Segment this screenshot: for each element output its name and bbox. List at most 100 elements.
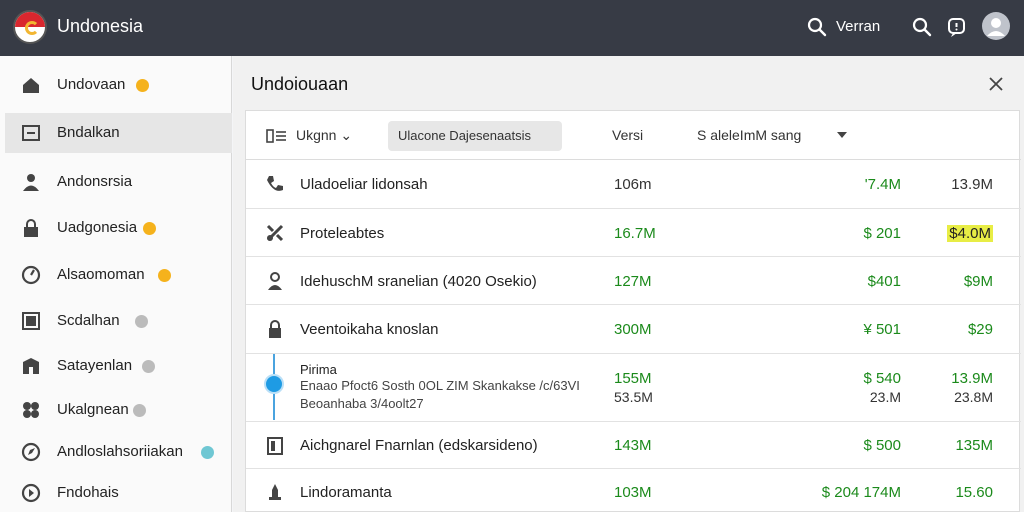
chevron-down-icon: ⌄ [340, 127, 353, 143]
cell-size: 106m [614, 176, 652, 193]
cell-size: 103M [614, 484, 652, 501]
cell-total: $9M [963, 273, 993, 290]
table-row[interactable]: Proteleabtes 16.7M $ 201 $4.0M [246, 209, 1021, 257]
sidebar-item-satayenlan[interactable]: Satayenlan [5, 346, 232, 386]
cell-size: 155M [614, 370, 652, 387]
table-row[interactable]: Veentoikaha knoslan 300M ¥ 501 $29 [246, 305, 1021, 354]
sidebar-item-bndalkan[interactable]: Bndalkan [5, 113, 232, 153]
group-dropdown[interactable]: Ukgnn ⌄ [296, 127, 352, 144]
cell-size: 300M [614, 321, 652, 338]
sidebar-item-label: Bndalkan [57, 124, 120, 141]
row-name: IdehuschM sranelian (4020 Osekio) [300, 273, 537, 290]
compass-icon [21, 442, 41, 462]
search-label[interactable]: Verran [836, 18, 880, 35]
chevron-down-icon[interactable] [836, 131, 848, 139]
sidebar-item-label: Fndohais [57, 484, 119, 501]
sidebar-item-label: Undovaan [57, 76, 126, 93]
user-icon [23, 174, 39, 191]
sidebar-item-label: Ukalgnean [57, 401, 129, 418]
cell-value: $ 540 [863, 370, 901, 387]
row-name: Pirima [300, 362, 337, 377]
table-row[interactable]: Lindoramanta 103M $ 204 174M 15.60 [246, 469, 1021, 512]
sidebar-item-label: Andonsrsia [57, 173, 133, 190]
table-row[interactable]: IdehuschM sranelian (4020 Osekio) 127M $… [246, 257, 1021, 305]
avatar[interactable] [982, 12, 1010, 40]
clock-icon [21, 265, 41, 285]
cell-total: 15.60 [955, 484, 993, 501]
cell-size-secondary: 53.5M [614, 389, 653, 405]
app-logo[interactable] [13, 10, 47, 44]
filter-chip[interactable]: Ulacone Dajesenaatsis [388, 121, 562, 151]
building-icon [269, 484, 281, 500]
sidebar-item-alsaomoman[interactable]: Alsaomoman [5, 255, 232, 295]
grid-icon [23, 402, 39, 418]
user-icon [268, 272, 282, 290]
status-badge [136, 79, 149, 92]
table-row-expanded[interactable]: Pirima Enaao Pfoct6 Sosth 0OL ZIM Skanka… [246, 354, 1021, 422]
row-name: Veentoikaha knoslan [300, 321, 439, 338]
row-detail: Beoanhaba 3/4oolt27 [300, 396, 424, 411]
cell-size: 143M [614, 437, 652, 454]
chat-icon[interactable] [946, 16, 968, 38]
close-icon[interactable] [988, 76, 1004, 92]
cell-total: 135M [955, 437, 993, 454]
cell-value: '7.4M [864, 176, 901, 193]
cell-total: 13.9M [951, 370, 993, 387]
lock-icon [24, 219, 38, 237]
building-icon [23, 358, 39, 374]
toolbar: Ukgnn ⌄ Ulacone Dajesenaatsis Versi S al… [246, 111, 1021, 160]
page-title: Undoiouaan [251, 74, 349, 94]
top-bar: Undonesia Verran [0, 0, 1024, 56]
home-icon [23, 78, 39, 93]
cell-total: $29 [967, 321, 993, 338]
sidebar-item-scdalhan[interactable]: Scdalhan [5, 301, 232, 341]
table-row[interactable]: Aichgnarel Fnarnlan (edskarsideno) 143M … [246, 422, 1021, 469]
search-icon[interactable] [806, 16, 828, 38]
status-badge [201, 446, 214, 459]
main-panel: Undoiouaan Ukgnn ⌄ Ulacone Dajesenaatsis… [233, 56, 1024, 512]
lock-icon [269, 320, 281, 338]
settings-icon [266, 224, 284, 242]
sidebar-item-label: Scdalhan [57, 312, 120, 329]
filter-icon[interactable] [266, 129, 288, 143]
search-icon[interactable] [911, 16, 933, 38]
sidebar-item-undovaan[interactable]: Undovaan [5, 65, 232, 105]
sidebar-item-label: Uadgonesia [57, 219, 138, 236]
row-detail: Enaao Pfoct6 Sosth 0OL ZIM Skankakse /c/… [300, 378, 580, 393]
sidebar-item-label: Andloslahsoriiakan [57, 443, 183, 460]
cell-size: 127M [614, 273, 652, 290]
sidebar-item-uadgonesia[interactable]: Uadgonesia [5, 208, 232, 248]
table-row[interactable]: Uladoeliar lidonsah 106m '7.4M 13.9M [246, 160, 1021, 209]
sidebar-item-andonsrsia[interactable]: Andonsrsia [5, 162, 232, 202]
cell-value-secondary: 23.M [869, 389, 901, 405]
sidebar-item-label: Alsaomoman [57, 266, 145, 283]
sidebar: Undovaan Bndalkan Andonsrsia Uadgonesia … [0, 56, 232, 512]
row-name: Aichgnarel Fnarnlan (edskarsideno) [300, 437, 538, 454]
row-name: Lindoramanta [300, 484, 392, 501]
sidebar-item-fndohais[interactable]: Fndohais [5, 473, 232, 512]
cell-total-secondary: 23.8M [954, 389, 993, 405]
cell-total: $4.0M [947, 225, 993, 242]
status-badge [133, 404, 146, 417]
list-icon [22, 125, 40, 141]
results-card: Ukgnn ⌄ Ulacone Dajesenaatsis Versi S al… [245, 110, 1021, 512]
book-icon [267, 437, 283, 455]
globe-icon [21, 483, 41, 503]
cell-value: $ 500 [863, 437, 901, 454]
version-label[interactable]: Versi [612, 127, 643, 143]
phone-icon [267, 176, 283, 191]
sidebar-item-ukalgnean[interactable]: Ukalgnean [5, 390, 232, 430]
cell-total: 13.9M [951, 176, 993, 193]
cell-value: $ 201 [863, 225, 901, 242]
status-badge [142, 360, 155, 373]
sidebar-item-andloslahsoriiakan[interactable]: Andloslahsoriiakan [5, 432, 232, 472]
status-badge [158, 269, 171, 282]
timeline-dot-icon[interactable] [264, 374, 284, 394]
row-name: Proteleabtes [300, 225, 385, 242]
cell-value: ¥ 501 [863, 321, 901, 338]
sort-label[interactable]: S aleleImM sang [697, 127, 801, 143]
row-name: Uladoeliar lidonsah [300, 176, 428, 193]
cell-value: $401 [867, 273, 901, 290]
app-title: Undonesia [57, 16, 144, 36]
status-badge [135, 315, 148, 328]
